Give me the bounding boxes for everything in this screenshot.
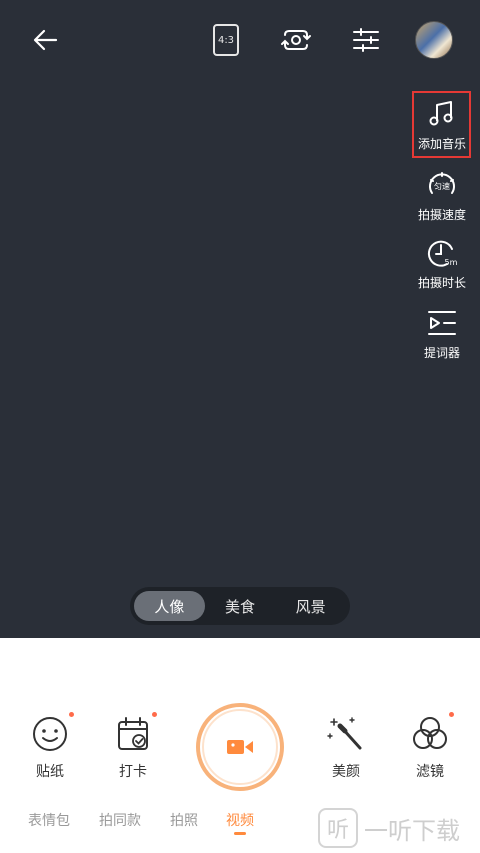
side-tool-label: 提词器 <box>423 346 460 360</box>
sticker-button[interactable]: 贴纸 <box>20 712 80 781</box>
filter-circles-icon <box>413 717 447 749</box>
bottom-tool-label: 滤镜 <box>416 764 444 780</box>
shooting-speed-button[interactable]: 匀速 拍摄速度 <box>412 168 472 223</box>
tab-photo[interactable]: 拍照 <box>170 810 198 830</box>
tab-video[interactable]: 视频 <box>226 810 254 830</box>
avatar[interactable] <box>415 21 453 59</box>
bottom-tool-label: 美颜 <box>332 764 360 780</box>
sliders-icon <box>353 28 379 52</box>
bottom-tool-label: 贴纸 <box>36 764 64 780</box>
filter-button[interactable]: 滤镜 <box>400 712 460 781</box>
side-tool-label: 拍摄速度 <box>417 208 466 222</box>
clock-icon: 5m <box>427 240 458 267</box>
watermark-badge: 听 <box>318 808 358 848</box>
tab-emoji[interactable]: 表情包 <box>28 810 70 830</box>
back-button[interactable] <box>28 22 64 58</box>
camera-flip-icon <box>281 30 311 50</box>
new-dot <box>152 712 157 717</box>
add-music-button[interactable]: 添加音乐 <box>412 97 472 152</box>
duration-badge: 5m <box>445 258 458 267</box>
speed-dial-icon: 匀速 <box>429 172 455 194</box>
watermark: 听 一听下载 <box>318 808 460 848</box>
beauty-button[interactable]: 美颜 <box>316 714 376 781</box>
record-button[interactable] <box>196 703 284 791</box>
mode-food[interactable]: 美食 <box>205 591 276 621</box>
bottom-tool-label: 打卡 <box>119 764 147 780</box>
teleprompter-icon <box>428 311 456 335</box>
new-dot <box>449 712 454 717</box>
speed-badge: 匀速 <box>434 181 450 191</box>
mode-portrait[interactable]: 人像 <box>134 591 205 621</box>
music-note-icon <box>429 101 453 126</box>
magic-wand-icon <box>327 717 362 750</box>
active-tab-indicator <box>234 832 246 835</box>
watermark-text: 一听下载 <box>364 816 460 845</box>
arrow-left-icon <box>33 29 58 51</box>
camera-preview[interactable]: 4:3 添加音乐 匀速 拍摄速度 5m 拍摄时长 提词器 人像 美食 风景 <box>0 0 480 638</box>
teleprompter-button[interactable]: 提词器 <box>412 306 472 361</box>
aspect-ratio-button[interactable]: 4:3 <box>213 24 239 56</box>
new-dot <box>69 712 74 717</box>
side-tool-label: 添加音乐 <box>417 137 466 151</box>
tab-same-style[interactable]: 拍同款 <box>99 810 141 830</box>
video-camera-icon <box>227 740 253 754</box>
mode-selector: 人像 美食 风景 <box>130 587 350 625</box>
smiley-icon <box>33 717 67 751</box>
flip-camera-button[interactable] <box>278 22 314 58</box>
settings-button[interactable] <box>348 22 384 58</box>
calendar-check-icon <box>118 717 148 750</box>
shooting-duration-button[interactable]: 5m 拍摄时长 <box>412 236 472 291</box>
mode-landscape[interactable]: 风景 <box>275 591 346 621</box>
side-tool-label: 拍摄时长 <box>417 276 466 290</box>
checkin-button[interactable]: 打卡 <box>103 712 163 781</box>
